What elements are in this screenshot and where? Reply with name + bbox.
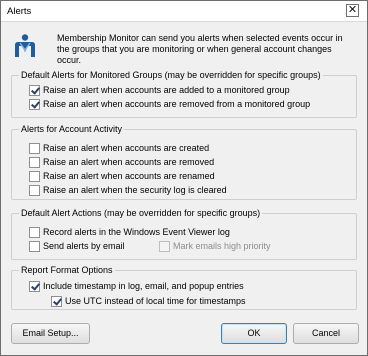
checkbox-label: Raise an alert when accounts are removed… [43,99,311,109]
window-title: Alerts [7,6,32,17]
group-label: Report Format Options [19,265,115,276]
email-setup-button[interactable]: Email Setup... [11,323,90,344]
include-timestamp-checkbox[interactable] [29,281,40,292]
checkbox-label: Send alerts by email [43,241,125,251]
close-icon: ✕ [347,4,358,16]
report-format-group: Report Format Options Include timestamp … [11,265,357,310]
alert-log-cleared-checkbox[interactable] [29,185,40,196]
checkbox-label: Record alerts in the Windows Event Viewe… [43,227,230,237]
alert-renamed-checkbox[interactable] [29,171,40,182]
checkbox-label: Use UTC instead of local time for timest… [65,296,246,306]
intro-text: Membership Monitor can send you alerts w… [57,33,343,65]
checkbox-label: Raise an alert when accounts are removed [43,157,215,167]
cancel-button[interactable]: Cancel [293,323,359,344]
checkbox-label: Raise an alert when accounts are renamed [43,171,215,181]
alert-added-checkbox[interactable] [29,85,40,96]
title-bar[interactable]: Alerts ✕ [1,1,367,22]
checkbox-label: Raise an alert when the security log is … [43,185,227,195]
alert-actions-group: Default Alert Actions (may be overridden… [11,208,357,260]
high-priority-checkbox [159,241,170,252]
record-event-log-checkbox[interactable] [29,227,40,238]
group-label: Default Alert Actions (may be overridden… [19,208,263,219]
checkbox-label: Raise an alert when accounts are added t… [43,85,290,95]
group-label: Default Alerts for Monitored Groups (may… [19,70,323,81]
checkbox-label: Raise an alert when accounts are created [43,143,210,153]
use-utc-checkbox[interactable] [51,296,62,307]
alert-removed-checkbox[interactable] [29,157,40,168]
alerts-dialog: Alerts ✕ Membership Monitor can send you… [0,0,368,356]
membership-monitor-icon [13,33,37,59]
send-email-checkbox[interactable] [29,241,40,252]
checkbox-label: Include timestamp in log, email, and pop… [43,281,244,291]
checkbox-label: Mark emails high priority [173,241,271,251]
alert-removed-from-group-checkbox[interactable] [29,99,40,110]
account-activity-group: Alerts for Account Activity Raise an ale… [11,124,357,200]
dialog-content: Membership Monitor can send you alerts w… [1,22,367,355]
ok-button[interactable]: OK [221,323,287,344]
close-button[interactable]: ✕ [346,4,359,17]
group-label: Alerts for Account Activity [19,124,125,135]
default-alerts-group: Default Alerts for Monitored Groups (may… [11,70,357,118]
alert-created-checkbox[interactable] [29,143,40,154]
